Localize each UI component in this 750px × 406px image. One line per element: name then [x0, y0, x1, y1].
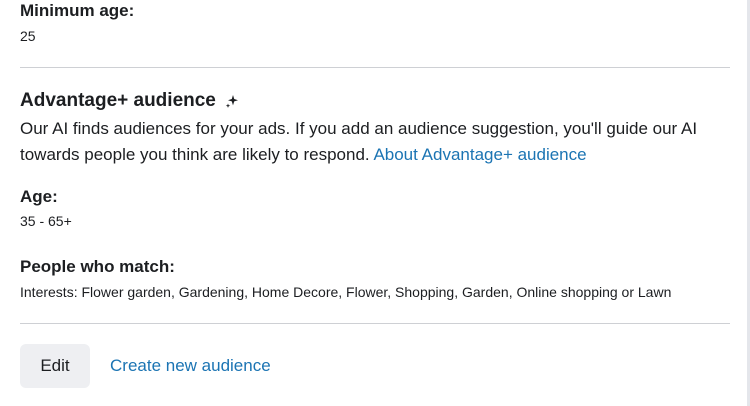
- divider-bottom: [20, 323, 730, 324]
- age-section: Age: 35 - 65+: [20, 186, 72, 230]
- people-who-match-label: People who match:: [20, 257, 175, 276]
- advantage-audience-description: Our AI finds audiences for your ads. If …: [20, 116, 730, 168]
- advantage-audience-title: Advantage+ audience: [20, 90, 216, 111]
- age-label: Age:: [20, 187, 58, 206]
- minimum-age-value: 25: [20, 28, 36, 44]
- about-advantage-audience-link[interactable]: About Advantage+ audience: [373, 145, 586, 164]
- sparkle-icon: [225, 95, 238, 108]
- audience-panel: Minimum age: 25 Advantage+ audience Our …: [0, 0, 750, 406]
- advantage-description-text: Our AI finds audiences for your ads. If …: [20, 119, 698, 164]
- create-new-audience-link[interactable]: Create new audience: [110, 356, 271, 376]
- advantage-audience-section: Advantage+ audience Our AI finds audienc…: [20, 89, 730, 168]
- interests-value: Interests: Flower garden, Gardening, Hom…: [20, 284, 672, 300]
- advantage-audience-header: Advantage+ audience: [20, 89, 730, 113]
- minimum-age-section: Minimum age: 25: [20, 0, 134, 45]
- minimum-age-label: Minimum age:: [20, 1, 135, 20]
- divider-top: [20, 67, 730, 68]
- actions-row: Edit Create new audience: [20, 344, 271, 388]
- edit-button[interactable]: Edit: [20, 344, 90, 388]
- people-who-match-section: People who match: Interests: Flower gard…: [20, 256, 671, 301]
- age-value: 35 - 65+: [20, 213, 72, 229]
